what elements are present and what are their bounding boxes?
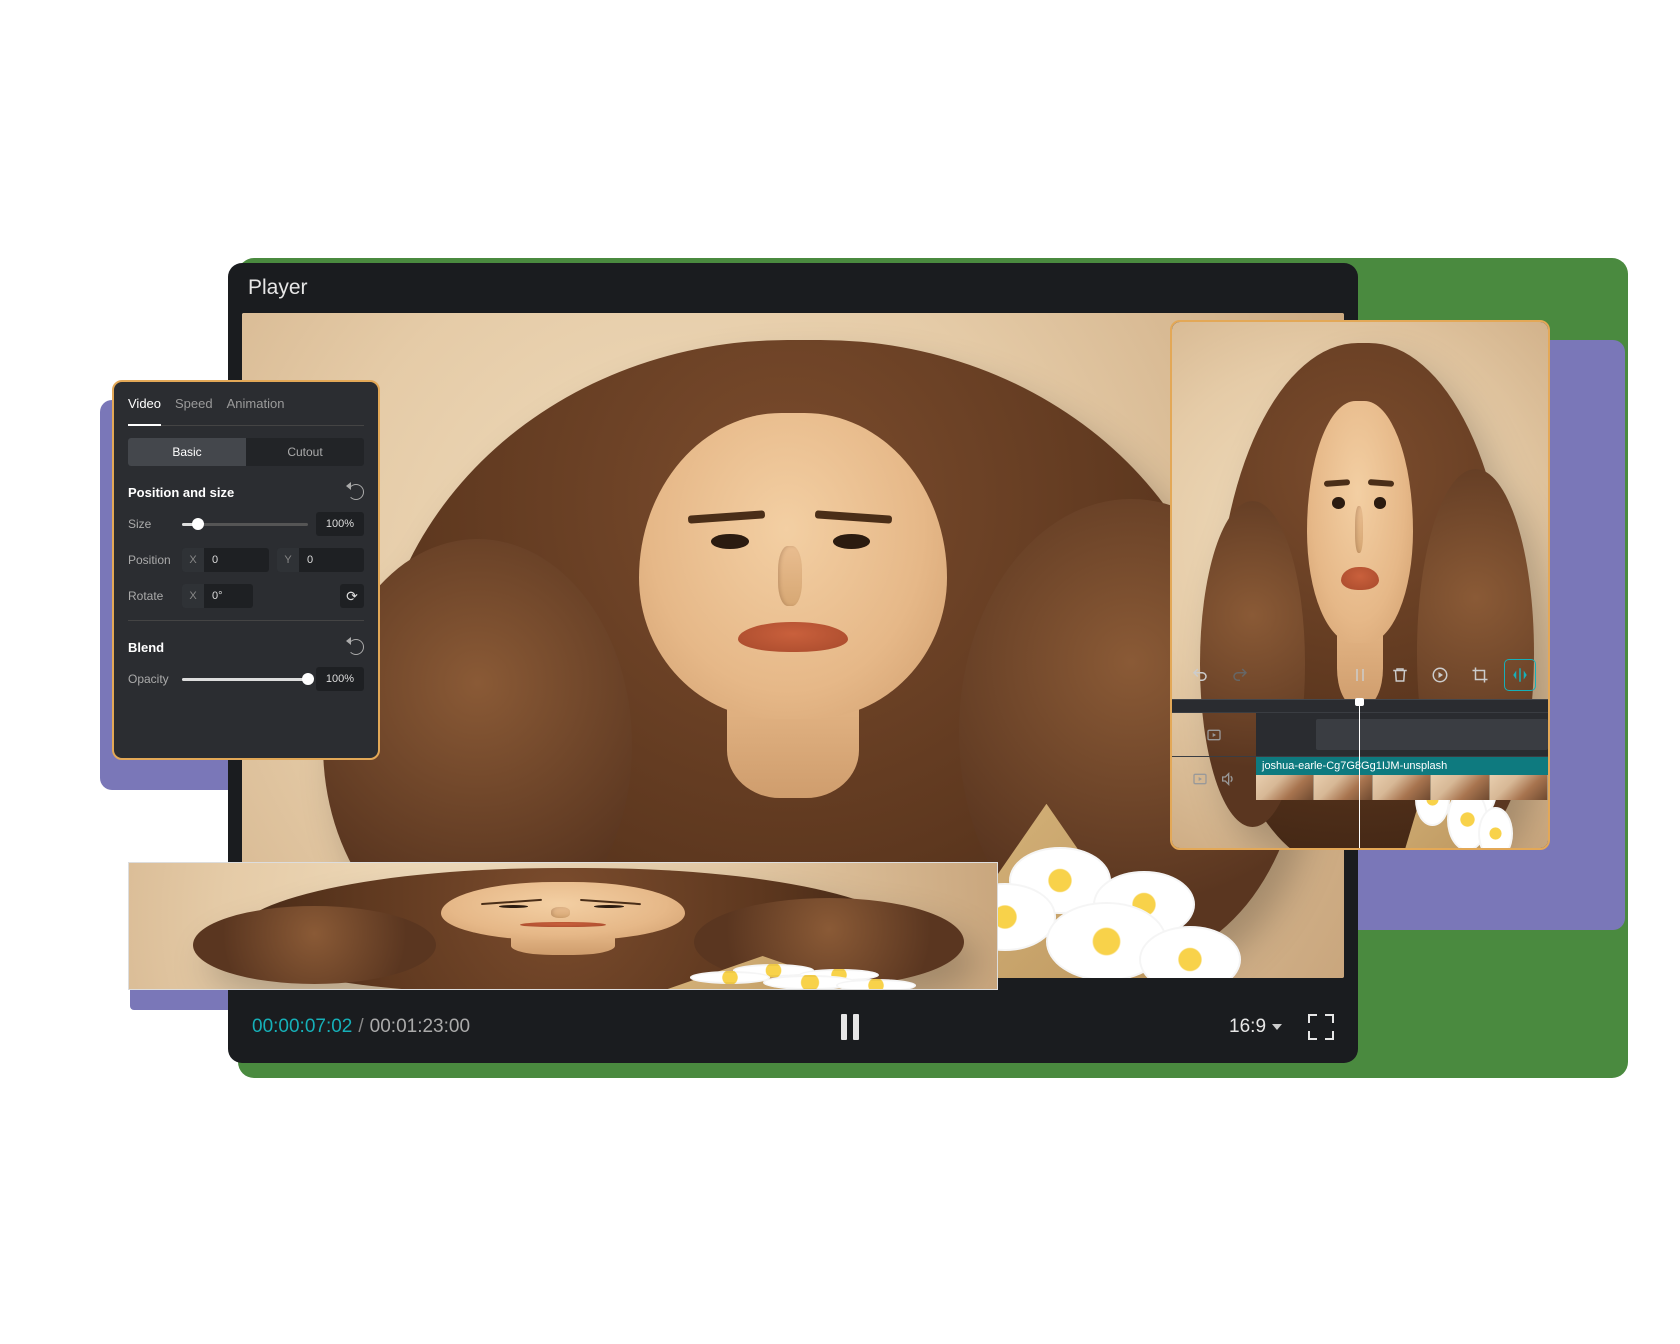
undo-button[interactable] <box>1184 659 1216 691</box>
size-value[interactable]: 100% <box>316 512 364 536</box>
timecode-separator: / <box>358 1016 363 1038</box>
position-y-input[interactable]: Y0 <box>277 548 364 572</box>
subtab-cutout[interactable]: Cutout <box>246 438 364 466</box>
mini-playhead[interactable] <box>1359 700 1360 848</box>
reset-blend-icon[interactable] <box>348 639 364 655</box>
video-clip[interactable]: joshua-earle-Cg7G8Gg1IJM-unsplash <box>1256 757 1548 800</box>
aspect-ratio-selector[interactable]: 16:9 <box>1229 1016 1282 1038</box>
clip-label: joshua-earle-Cg7G8Gg1IJM-unsplash <box>1256 757 1548 775</box>
crop-button[interactable] <box>1464 659 1496 691</box>
tab-animation[interactable]: Animation <box>227 396 285 417</box>
pause-button[interactable] <box>836 1013 864 1041</box>
render-button[interactable] <box>1424 659 1456 691</box>
opacity-value[interactable]: 100% <box>316 667 364 691</box>
property-tabs: Video Speed Animation <box>128 396 364 426</box>
size-label: Size <box>128 517 174 531</box>
split-button[interactable] <box>1344 659 1376 691</box>
main-player-title: Player <box>228 263 1358 313</box>
video-track-icon <box>1192 771 1208 787</box>
tab-speed[interactable]: Speed <box>175 396 213 417</box>
position-label: Position <box>128 553 174 567</box>
chevron-down-icon <box>1272 1024 1282 1030</box>
clip-thumbnails <box>1256 775 1548 800</box>
section-position-title: Position and size <box>128 485 234 500</box>
subtab-basic[interactable]: Basic <box>128 438 246 466</box>
property-panel: Video Speed Animation Basic Cutout Posit… <box>112 380 380 760</box>
section-blend-title: Blend <box>128 640 164 655</box>
size-slider[interactable] <box>182 523 308 526</box>
fullscreen-button[interactable] <box>1308 1014 1334 1040</box>
video-track-icon <box>1206 727 1222 743</box>
mini-preview-artwork <box>1184 370 1540 610</box>
rotate-button[interactable]: ⟳ <box>340 584 364 608</box>
opacity-label: Opacity <box>128 672 174 686</box>
opacity-slider[interactable] <box>182 678 308 681</box>
reset-position-icon[interactable] <box>348 484 364 500</box>
aspect-ratio-value: 16:9 <box>1229 1016 1266 1038</box>
delete-button[interactable] <box>1384 659 1416 691</box>
empty-clip[interactable] <box>1316 719 1548 750</box>
rotate-label: Rotate <box>128 589 174 603</box>
property-subtabs: Basic Cutout <box>128 438 364 466</box>
video-track-1[interactable] <box>1256 713 1548 756</box>
mirror-button[interactable] <box>1504 659 1536 691</box>
mini-player-panel: Player 00:00:00:23 / 00:00:08:28 <box>1170 320 1550 850</box>
video-track-2[interactable]: joshua-earle-Cg7G8Gg1IJM-unsplash <box>1256 757 1548 800</box>
mini-timeline[interactable]: joshua-earle-Cg7G8Gg1IJM-unsplash <box>1172 699 1548 848</box>
filmstrip-frame[interactable] <box>820 863 991 989</box>
audio-icon <box>1220 771 1236 787</box>
mini-viewport[interactable] <box>1184 370 1540 610</box>
timecode-current: 00:00:07:02 <box>252 1016 352 1038</box>
redo-button[interactable] <box>1224 659 1256 691</box>
tab-video[interactable]: Video <box>128 396 161 426</box>
timecode-total: 00:01:23:00 <box>370 1016 470 1038</box>
position-x-input[interactable]: X0 <box>182 548 269 572</box>
rotate-x-input[interactable]: X0° <box>182 584 253 608</box>
filmstrip[interactable] <box>128 862 998 990</box>
main-controls: 00:00:07:02 / 00:01:23:00 16:9 <box>228 991 1358 1063</box>
